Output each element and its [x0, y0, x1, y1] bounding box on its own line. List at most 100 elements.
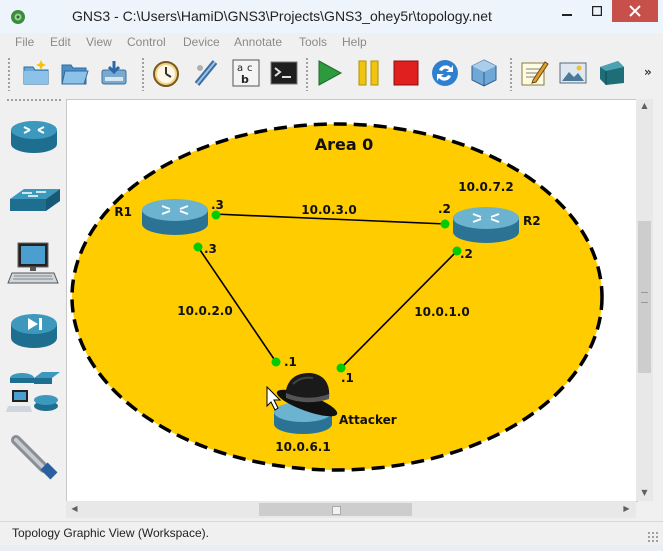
toolbar-grip[interactable]	[141, 57, 145, 91]
stop-icon	[393, 60, 419, 86]
add-note-button[interactable]	[519, 58, 549, 88]
menu-device[interactable]: Device	[183, 35, 220, 49]
scroll-left-arrow-icon[interactable]: ◀	[66, 504, 83, 513]
port-indicator	[440, 219, 450, 229]
port-label: .2	[460, 247, 473, 261]
window-title: GNS3 - C:\Users\HamiD\GNS3\Projects\GNS3…	[72, 8, 492, 24]
resize-grip[interactable]	[647, 531, 659, 543]
console-button[interactable]	[269, 58, 299, 88]
new-project-button[interactable]	[21, 58, 51, 88]
minimize-button[interactable]	[552, 0, 582, 22]
port-label: .2	[438, 202, 451, 216]
topology-workspace[interactable]: Area 0 10.0.3.0 10.0.2.0 10.0.1.0 .3 .2 …	[66, 99, 638, 502]
link-network-label: 10.0.1.0	[414, 305, 469, 319]
end-device-icon	[7, 242, 59, 284]
reload-icon	[432, 60, 458, 86]
dock-security-devices[interactable]	[6, 304, 62, 356]
topology-canvas[interactable]: Area 0 10.0.3.0 10.0.2.0 10.0.1.0 .3 .2 …	[67, 100, 637, 501]
menu-help[interactable]: Help	[342, 35, 367, 49]
gns3-app-icon	[11, 10, 25, 24]
start-icon	[318, 60, 343, 86]
area-zone-ellipse[interactable]	[70, 122, 604, 472]
snapshot-clock-icon	[153, 61, 179, 87]
link-network-label: 10.0.2.0	[177, 304, 232, 318]
menu-view[interactable]: View	[86, 35, 112, 49]
console-icon	[270, 61, 298, 85]
menu-annotate[interactable]: Annotate	[234, 35, 282, 49]
port-label: .3	[204, 242, 217, 256]
scroll-right-arrow-icon[interactable]: ▶	[618, 504, 635, 513]
scroll-thumb-grip	[641, 292, 648, 303]
menu-bar: File Edit View Control Device Annotate T…	[0, 33, 663, 53]
router-id-label: 10.0.6.1	[275, 440, 330, 454]
maximize-button[interactable]	[582, 0, 612, 22]
dock-end-devices[interactable]	[6, 239, 62, 291]
router-id-label: 10.0.7.2	[458, 180, 513, 194]
cable-icon	[11, 435, 58, 480]
toolbar-grip[interactable]	[305, 57, 309, 91]
draw-rectangle-button[interactable]	[597, 58, 627, 88]
toolbar-grip[interactable]	[7, 57, 11, 91]
insert-picture-icon	[559, 62, 587, 84]
port-label: .1	[341, 371, 354, 385]
device-type-dock	[0, 96, 62, 521]
router-icon	[11, 121, 57, 153]
toolbar-overflow-button[interactable]: »	[644, 65, 652, 79]
area-label[interactable]: Area 0	[315, 135, 374, 154]
draw-rectangle-icon	[600, 61, 624, 85]
window-bottom-border	[0, 545, 663, 551]
save-project-button[interactable]	[99, 58, 129, 88]
gns3-window: GNS3 - C:\Users\HamiD\GNS3\Projects\GNS3…	[0, 0, 663, 551]
new-project-icon	[23, 60, 49, 85]
add-link-icon	[194, 60, 218, 86]
title-bar[interactable]: GNS3 - C:\Users\HamiD\GNS3\Projects\GNS3…	[0, 0, 663, 33]
svg-text:b: b	[241, 73, 249, 86]
virtualbox-icon	[471, 59, 497, 87]
dock-grip[interactable]	[6, 98, 62, 102]
insert-picture-button[interactable]	[558, 58, 588, 88]
close-icon	[629, 5, 641, 17]
scroll-up-arrow-icon[interactable]: ▲	[636, 101, 653, 110]
menu-control[interactable]: Control	[127, 35, 166, 49]
menu-file[interactable]: File	[15, 35, 34, 49]
port-indicator	[271, 357, 281, 367]
security-device-icon	[11, 314, 57, 348]
router-name-label: Attacker	[339, 413, 397, 427]
toolbar-grip[interactable]	[509, 57, 513, 91]
open-project-icon	[61, 64, 89, 85]
scroll-down-arrow-icon[interactable]: ▼	[636, 488, 653, 497]
snapshot-button[interactable]	[151, 58, 181, 88]
close-button[interactable]	[612, 0, 658, 22]
dock-switches[interactable]	[6, 173, 62, 225]
menu-edit[interactable]: Edit	[50, 35, 71, 49]
stop-button[interactable]	[391, 58, 421, 88]
dock-all-devices[interactable]	[6, 366, 62, 418]
add-note-icon	[521, 61, 549, 86]
port-label: .3	[211, 198, 224, 212]
all-devices-icon	[6, 372, 60, 412]
reload-button[interactable]	[430, 58, 460, 88]
switch-icon	[10, 189, 60, 211]
vertical-scrollbar[interactable]: ▲ ▼	[636, 99, 653, 501]
maximize-icon	[592, 6, 602, 16]
suspend-icon	[358, 60, 379, 86]
minimize-icon	[562, 14, 572, 16]
status-bar: Topology Graphic View (Workspace).	[0, 521, 663, 545]
start-button[interactable]	[314, 58, 344, 88]
show-labels-button[interactable]: a c b	[231, 58, 261, 88]
dock-add-link[interactable]	[6, 432, 62, 484]
router-name-label: R1	[114, 205, 132, 219]
open-project-button[interactable]	[59, 58, 89, 88]
link-network-label: 10.0.3.0	[301, 203, 356, 217]
menu-tools[interactable]: Tools	[299, 35, 327, 49]
horizontal-scrollbar[interactable]: ◀ ▶	[66, 501, 636, 518]
port-label: .1	[284, 355, 297, 369]
main-toolbar: a c b »	[0, 53, 663, 96]
add-link-button[interactable]	[191, 58, 221, 88]
dock-routers[interactable]	[6, 108, 62, 160]
port-indicator	[193, 242, 203, 252]
suspend-button[interactable]	[354, 58, 384, 88]
save-project-icon	[101, 61, 127, 85]
scroll-thumb-grip	[332, 506, 341, 515]
virtualbox-button[interactable]	[469, 58, 499, 88]
